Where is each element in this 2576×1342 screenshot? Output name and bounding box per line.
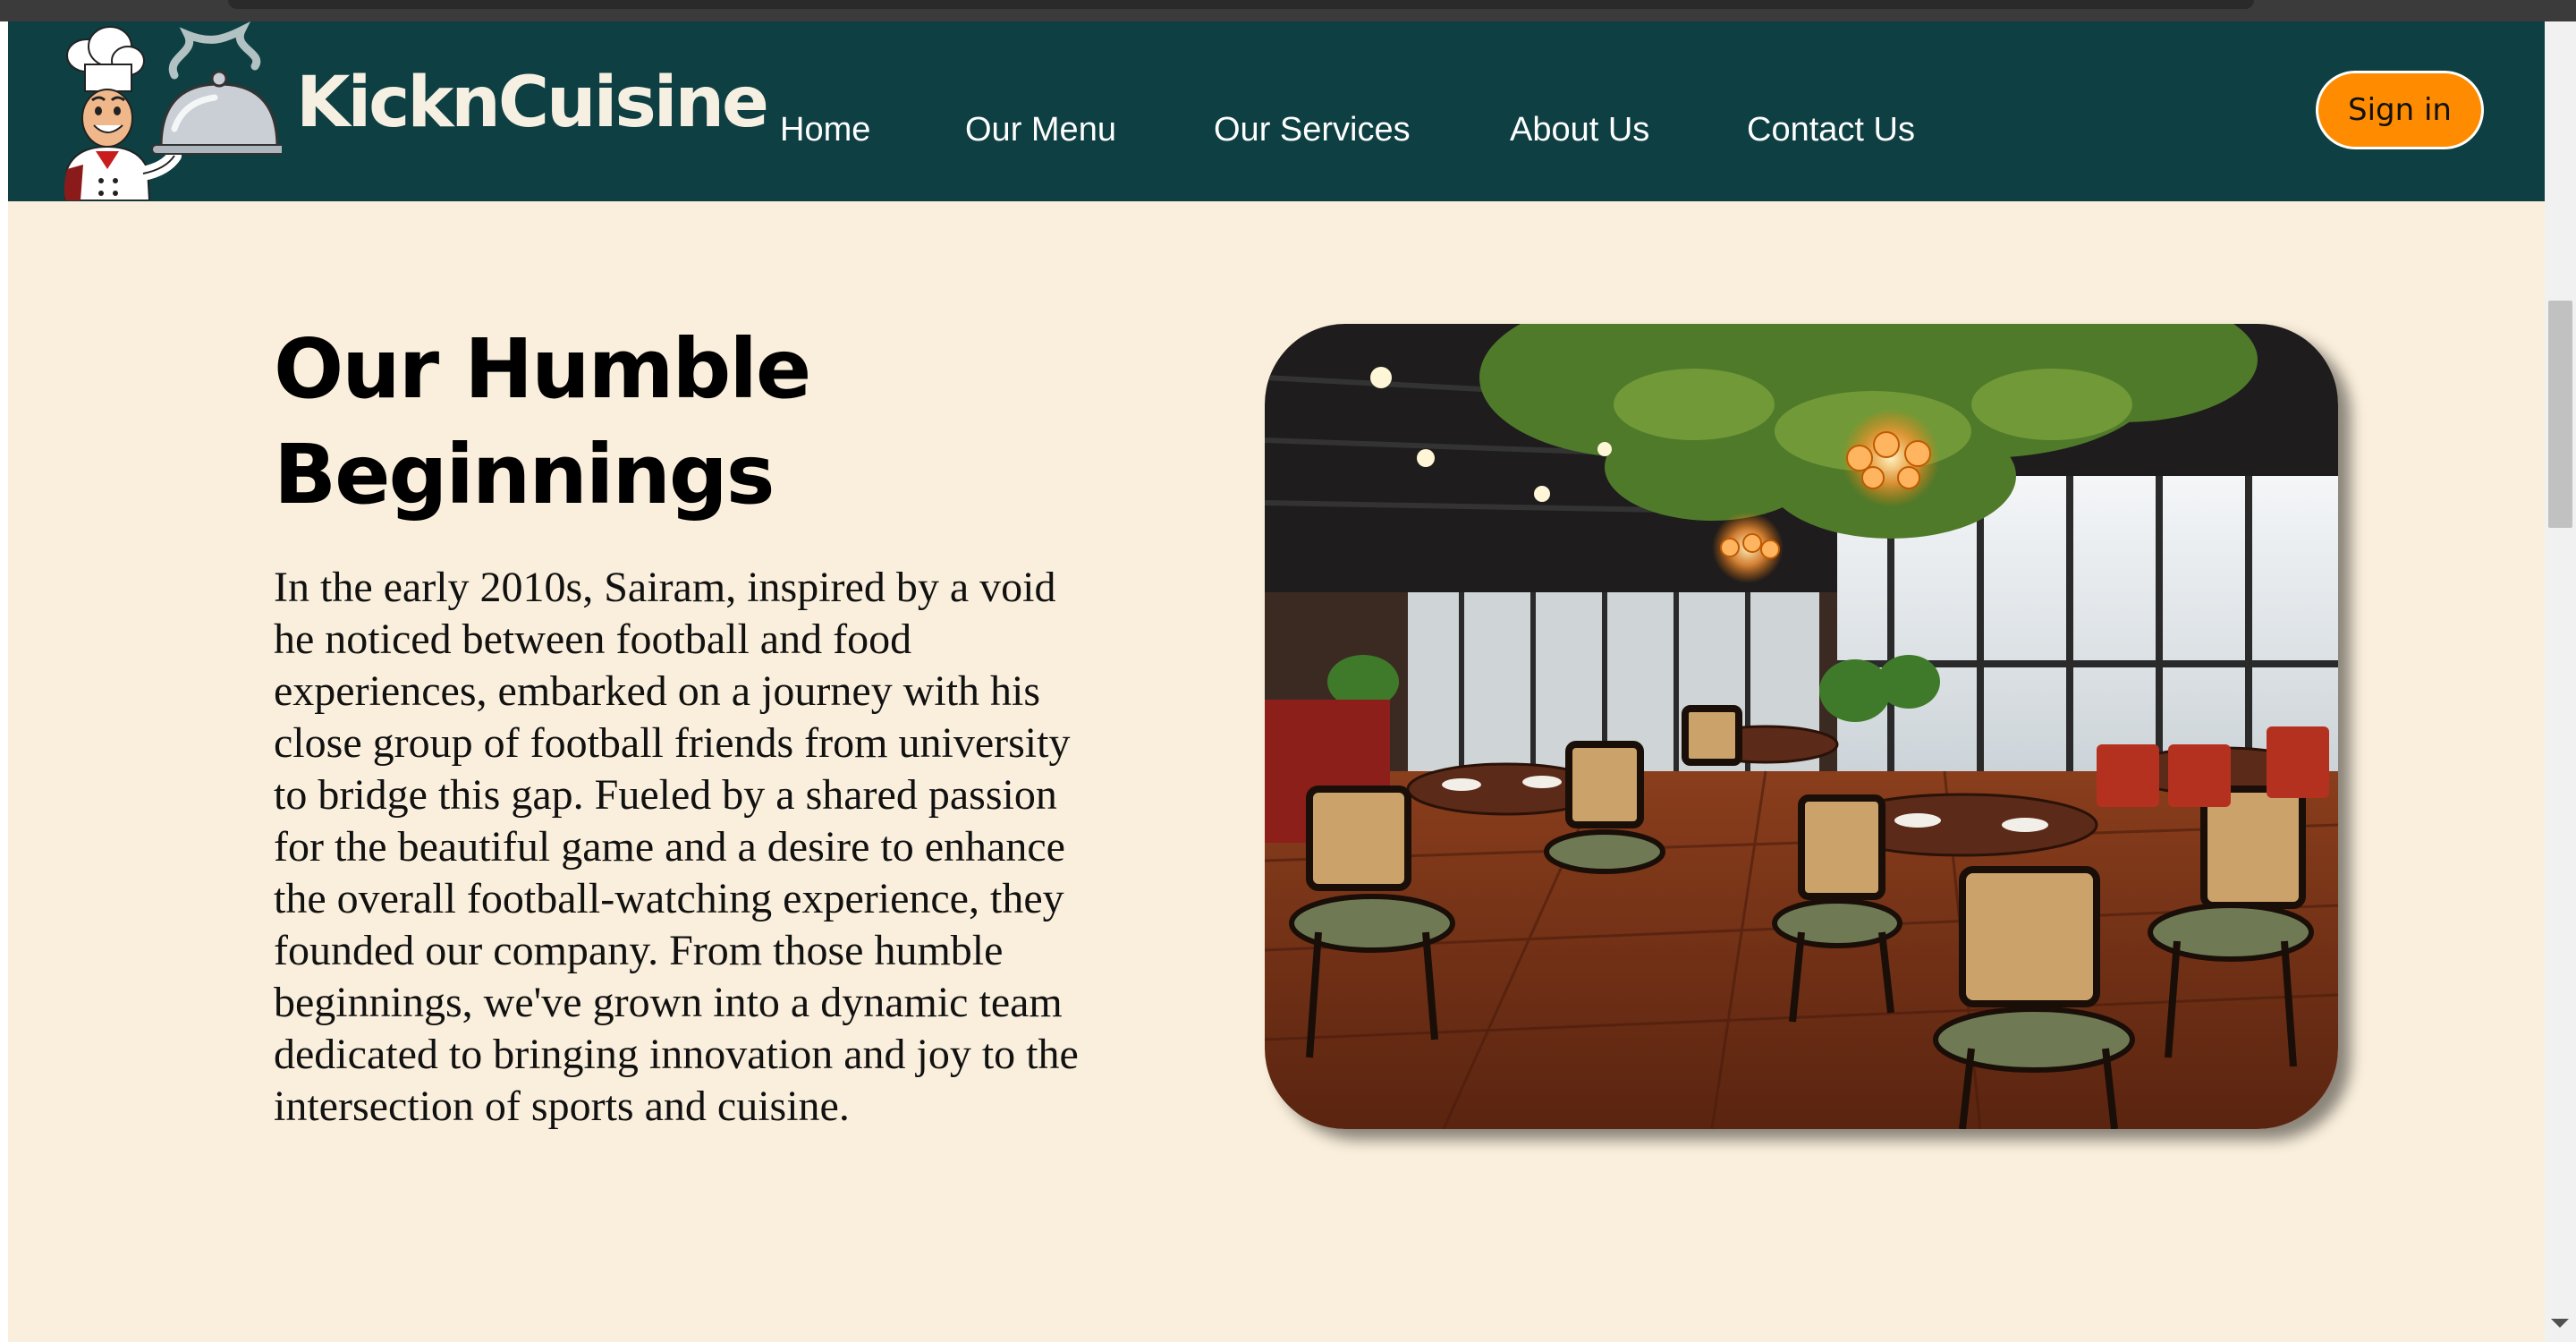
navbar: KicknCuisine Home Our Menu Our Services … — [8, 21, 2545, 201]
nav-our-services[interactable]: Our Services — [1214, 113, 1411, 147]
window-edge — [0, 21, 8, 1342]
nav-contact-us[interactable]: Contact Us — [1747, 113, 1915, 147]
page-title: Our Humble Beginnings — [274, 321, 811, 522]
page: KicknCuisine Home Our Menu Our Services … — [8, 21, 2545, 1342]
restaurant-interior-photo — [1265, 324, 2338, 1129]
story-paragraph: In the early 2010s, Sairam, inspired by … — [274, 564, 1079, 1130]
scroll-down-arrow-icon[interactable] — [2551, 1319, 2569, 1328]
scrollbar[interactable] — [2545, 21, 2576, 1342]
nav-about-us[interactable]: About Us — [1510, 113, 1649, 147]
brand-name[interactable]: KicknCuisine — [296, 68, 769, 138]
browser-top-bar — [0, 0, 2576, 21]
nav-our-menu[interactable]: Our Menu — [965, 113, 1116, 147]
chef-with-cloche-icon[interactable] — [40, 21, 282, 200]
browser-window: KicknCuisine Home Our Menu Our Services … — [0, 0, 2576, 1342]
nav-home[interactable]: Home — [780, 113, 870, 147]
sign-in-button[interactable]: Sign in — [2316, 71, 2484, 149]
scrollbar-thumb[interactable] — [2548, 301, 2572, 528]
browser-tab-strip — [228, 0, 2254, 9]
